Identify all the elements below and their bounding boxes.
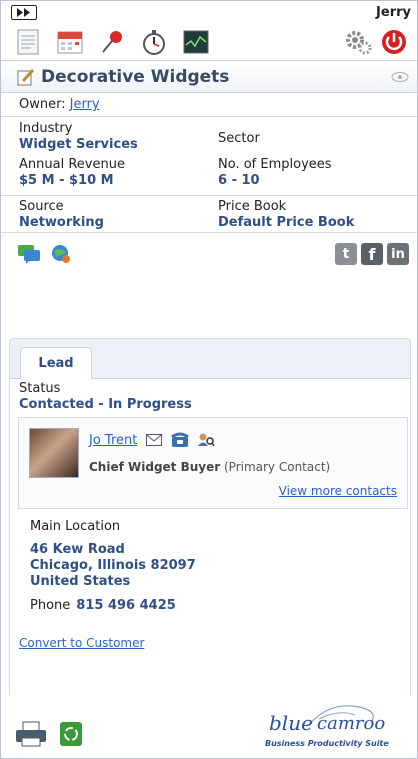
- contact-title: Chief Widget Buyer: [89, 460, 221, 474]
- phone-value: 815 496 4425: [76, 598, 176, 613]
- lead-tab-body: Status Contacted - In Progress Jo Trent: [10, 378, 410, 698]
- facebook-icon[interactable]: f: [361, 243, 383, 265]
- eye-icon[interactable]: [391, 71, 409, 83]
- phone-icon[interactable]: [171, 432, 190, 448]
- app-window: Jerry Decorative Widgets Owner: Jerry In…: [0, 0, 418, 759]
- contact-name-link[interactable]: Jo Trent: [89, 433, 137, 448]
- address-line-1: 46 Kew Road: [30, 542, 125, 557]
- industry-label: Industry: [19, 121, 73, 136]
- location-label: Main Location: [30, 519, 121, 534]
- chat-icon[interactable]: [17, 242, 41, 266]
- revenue-label: Annual Revenue: [19, 157, 125, 172]
- employees-label: No. of Employees: [218, 157, 332, 172]
- industry-value: Widget Services: [19, 137, 138, 152]
- status-block: Status Contacted - In Progress: [10, 379, 410, 413]
- phone-label: Phone: [30, 598, 71, 613]
- top-bar: Jerry: [1, 1, 417, 23]
- globe-user-icon[interactable]: [49, 242, 73, 266]
- owner-label: Owner:: [19, 97, 66, 112]
- employees-value: 6 - 10: [218, 173, 260, 188]
- footer-actions: [15, 721, 95, 751]
- edit-icon[interactable]: [17, 68, 35, 86]
- convert-to-customer-link[interactable]: Convert to Customer: [19, 636, 144, 650]
- toolbar: [1, 23, 417, 61]
- current-user[interactable]: Jerry: [376, 5, 411, 20]
- pricebook-label: Price Book: [218, 199, 287, 214]
- pin-icon[interactable]: [97, 27, 127, 57]
- calendar-icon[interactable]: [55, 27, 85, 57]
- recycle-icon[interactable]: [59, 721, 83, 751]
- source-label: Source: [19, 199, 64, 214]
- source-value: Networking: [19, 215, 104, 230]
- twitter-icon[interactable]: t: [335, 243, 357, 265]
- stopwatch-icon[interactable]: [139, 27, 169, 57]
- owner-row: Owner: Jerry: [1, 93, 417, 117]
- print-icon[interactable]: [15, 721, 47, 751]
- expand-button[interactable]: [11, 4, 37, 20]
- linkedin-icon[interactable]: in: [387, 243, 409, 265]
- view-more-contacts-link[interactable]: View more contacts: [279, 484, 397, 498]
- account-fields: Industry Widget Services Sector Annual R…: [1, 117, 417, 233]
- dashboard-icon[interactable]: [181, 27, 211, 57]
- power-icon[interactable]: [379, 27, 409, 57]
- record-header: Decorative Widgets: [1, 61, 417, 93]
- brand-name-b: camroo: [317, 713, 386, 734]
- address-line-3: United States: [30, 574, 131, 589]
- contact-role: (Primary Contact): [223, 460, 331, 474]
- brand-logo: blue camroo Business Productivity Suite: [259, 697, 409, 755]
- address-line-2: Chicago, Illinois 82097: [30, 558, 196, 573]
- notes-icon[interactable]: [13, 27, 43, 57]
- record-title: Decorative Widgets: [41, 66, 230, 87]
- brand-name-a: blue: [269, 711, 313, 735]
- sector-label: Sector: [218, 131, 260, 146]
- settings-icon[interactable]: [343, 27, 373, 57]
- contact-card: Jo Trent Chief Widget Buyer (Primary Con…: [18, 417, 408, 509]
- tab-lead[interactable]: Lead: [20, 347, 92, 379]
- status-value: Contacted - In Progress: [19, 397, 192, 412]
- email-icon[interactable]: [145, 432, 163, 448]
- fast-forward-icon: [17, 7, 30, 17]
- social-row: t f in: [1, 233, 417, 275]
- owner-link[interactable]: Jerry: [70, 97, 100, 112]
- contact-search-icon[interactable]: [197, 432, 215, 448]
- brand-tagline: Business Productivity Suite: [265, 739, 389, 748]
- location-block: Main Location 46 Kew Road Chicago, Illin…: [10, 509, 410, 613]
- avatar: [29, 428, 79, 478]
- pricebook-value: Default Price Book: [218, 215, 355, 230]
- status-label: Status: [19, 381, 61, 396]
- revenue-value: $5 M - $10 M: [19, 173, 114, 188]
